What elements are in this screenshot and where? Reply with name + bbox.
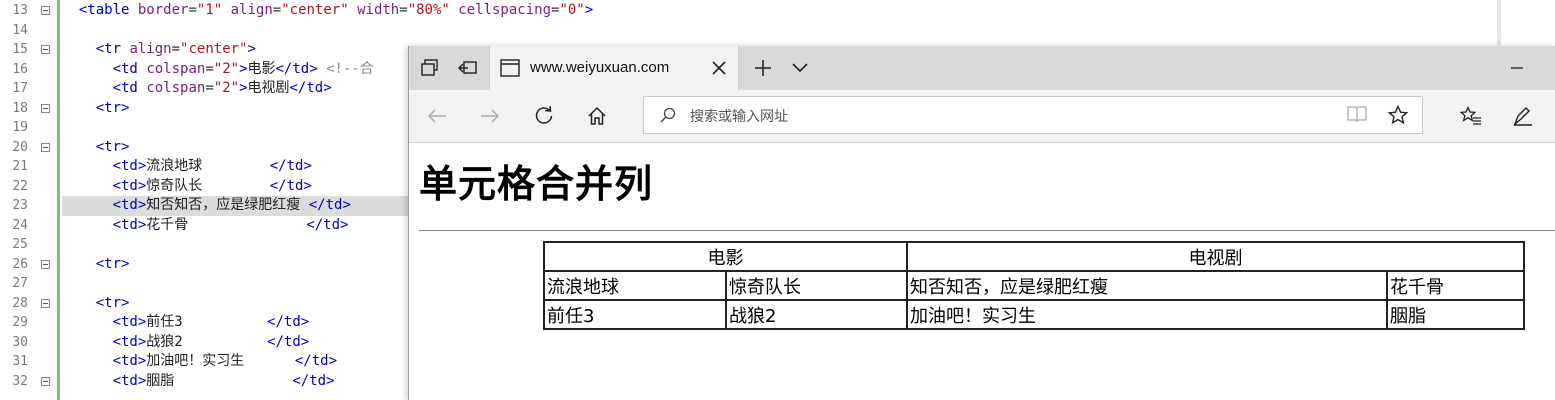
fold-toggle-icon[interactable] xyxy=(41,6,50,15)
plus-icon[interactable] xyxy=(744,46,782,90)
horizontal-rule xyxy=(419,230,1555,231)
table-row: 前任3 战狼2 加油吧！实习生 胭脂 xyxy=(543,299,1525,330)
address-bar[interactable]: 搜索或输入网址 xyxy=(643,96,1423,134)
set-aside-icon[interactable] xyxy=(449,46,487,90)
tab-switch-icon[interactable] xyxy=(411,46,449,90)
favicon-page-icon xyxy=(500,59,520,81)
table-header-row: 电影 电视剧 xyxy=(543,241,1525,272)
address-placeholder: 搜索或输入网址 xyxy=(690,109,788,125)
table-cell: 知否知否，应是绿肥红瘦 xyxy=(906,270,1388,301)
editor-scrollbar[interactable] xyxy=(1497,0,1501,45)
search-icon xyxy=(660,107,676,127)
line-number: 26 xyxy=(12,256,28,272)
browser-window: www.weiyuxuan.com 搜索或输入网址 单元格合并列 电影 电视剧 … xyxy=(408,46,1555,400)
table-cell: 花千骨 xyxy=(1386,270,1525,301)
fold-toggle-icon[interactable] xyxy=(41,142,50,152)
table-cell: 惊奇队长 xyxy=(725,270,908,301)
line-number: 22 xyxy=(12,178,28,194)
line-number: 17 xyxy=(12,81,28,96)
table-cell: 战狼2 xyxy=(725,299,908,330)
line-number: 18 xyxy=(12,100,28,116)
line-number: 32 xyxy=(12,373,28,389)
line-number: 21 xyxy=(12,159,28,174)
page-content: 单元格合并列 电影 电视剧 流浪地球 惊奇队长 知否知否，应是绿肥红瘦 花千骨 … xyxy=(409,143,1555,400)
table-cell: 胭脂 xyxy=(1386,299,1525,330)
line-number: 25 xyxy=(12,237,28,252)
line-number: 13 xyxy=(12,3,28,18)
line-number: 30 xyxy=(12,334,28,350)
line-number: 27 xyxy=(12,276,28,291)
line-number: 19 xyxy=(12,120,28,135)
tab-bar: www.weiyuxuan.com xyxy=(409,46,1555,90)
reading-view-icon[interactable] xyxy=(1347,105,1367,127)
code-text: <table border="1" align="center" width="… xyxy=(78,2,594,18)
fold-toggle-icon[interactable] xyxy=(41,376,50,386)
table-cell: 电视剧 xyxy=(906,241,1525,272)
line-number: 16 xyxy=(12,61,28,77)
tab-title: www.weiyuxuan.com xyxy=(530,59,670,76)
chevron-down-icon[interactable] xyxy=(781,46,819,90)
favorites-icon[interactable] xyxy=(1454,99,1488,133)
line-number: 14 xyxy=(12,22,28,38)
line-number: 31 xyxy=(12,354,28,369)
fold-toggle-icon[interactable] xyxy=(41,103,50,113)
content-table: 电影 电视剧 流浪地球 惊奇队长 知否知否，应是绿肥红瘦 花千骨 前任3 战狼2… xyxy=(543,241,1525,330)
line-number: 28 xyxy=(12,295,28,311)
line-number: 24 xyxy=(12,217,28,233)
active-tab[interactable]: www.weiyuxuan.com xyxy=(489,46,739,90)
fold-toggle-icon[interactable] xyxy=(41,45,50,54)
line-number: 20 xyxy=(12,139,28,155)
line-number: 23 xyxy=(12,198,28,213)
table-cell: 电影 xyxy=(543,241,908,272)
refresh-icon[interactable] xyxy=(527,99,561,133)
forward-arrow-icon[interactable] xyxy=(473,99,507,133)
fold-toggle-icon[interactable] xyxy=(41,259,50,269)
code-line[interactable]: 14 xyxy=(0,21,1500,41)
fold-toggle-icon[interactable] xyxy=(41,298,50,308)
minimize-icon[interactable] xyxy=(1498,58,1536,78)
pen-icon[interactable] xyxy=(1506,99,1540,133)
close-icon[interactable] xyxy=(708,57,730,79)
page-heading: 单元格合并列 xyxy=(419,162,654,206)
table-cell: 前任3 xyxy=(543,299,727,330)
navigation-bar: 搜索或输入网址 xyxy=(409,90,1555,143)
back-arrow-icon[interactable] xyxy=(420,99,454,133)
home-icon[interactable] xyxy=(580,99,614,133)
star-icon[interactable] xyxy=(1387,104,1409,129)
table-cell: 流浪地球 xyxy=(543,270,727,301)
table-cell: 加油吧！实习生 xyxy=(906,299,1388,330)
code-line[interactable]: 13 <table border="1" align="center" widt… xyxy=(0,1,1500,21)
line-number: 29 xyxy=(12,315,28,330)
table-row: 流浪地球 惊奇队长 知否知否，应是绿肥红瘦 花千骨 xyxy=(543,270,1525,301)
line-number: 15 xyxy=(12,42,28,57)
